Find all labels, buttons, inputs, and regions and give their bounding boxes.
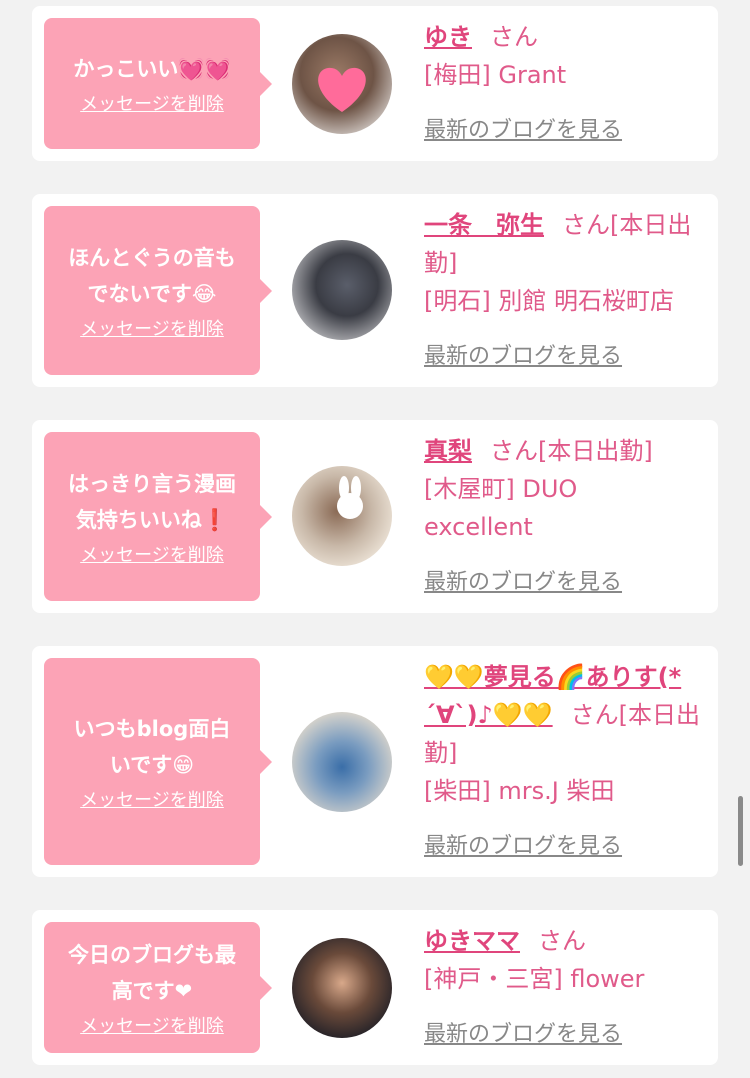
message-bubble: いつもblog面白 いです😁 メッセージを削除 [44,658,272,865]
message-card: 今日のブログも最 高です❤ メッセージを削除 ゆきママ さん [神戸・三宮] flo… [32,910,718,1065]
shop-name: [梅田] Grant [424,61,567,89]
delete-message-link[interactable]: メッセージを削除 [80,318,224,342]
honorific: さん [538,927,586,955]
shop-name: [木屋町] DUO excellent [424,475,578,541]
avatar[interactable] [292,712,392,812]
delete-message-link[interactable]: メッセージを削除 [80,544,224,568]
message-card: はっきり言う漫画 気持ちいいね❗ メッセージを削除 真梨 さん[本日出勤] [木屋町… [32,420,718,613]
message-text: 今日のブログも最 高です❤ [68,942,236,1003]
girl-name-link[interactable]: ゆきママ [424,927,520,955]
latest-blog-link[interactable]: 最新のブログを見る [424,1020,622,1050]
girl-name-link[interactable]: ゆき [424,23,472,51]
name-line: 💛💛夢見る🌈ありす(*´∀`)♪💛💛 さん[本日出勤] [424,658,708,772]
girl-info: ゆきママ さん [神戸・三宮] flower [424,922,708,998]
delete-message-link[interactable]: メッセージを削除 [80,1015,224,1039]
heart-sticker-icon [318,67,366,112]
message-bubble: 今日のブログも最 高です❤ メッセージを削除 [44,922,272,1053]
message-text: かっこいい💓💓 [73,56,231,81]
avatar[interactable] [292,240,392,340]
name-line: 真梨 さん[本日出勤] [424,432,708,470]
message-text: はっきり言う漫画 気持ちいいね❗ [68,471,236,532]
message-bubble: かっこいい💓💓 メッセージを削除 [44,18,272,149]
girl-info: ゆき さん [梅田] Grant [424,18,708,94]
status-text: [本日出勤] [538,437,653,465]
girl-name-link[interactable]: 真梨 [424,437,472,465]
honorific: さん [570,701,619,729]
message-card: いつもblog面白 いです😁 メッセージを削除 💛💛夢見る🌈ありす(*´∀`)♪💛… [32,646,718,877]
honorific: さん [490,437,538,465]
message-text: ほんとぐうの音も でないです😂 [68,245,236,306]
avatar[interactable] [292,466,392,566]
name-line: ゆきママ さん [424,922,708,960]
honorific: さん [490,23,538,51]
girl-info: 真梨 さん[本日出勤] [木屋町] DUO excellent [424,432,708,546]
latest-blog-link[interactable]: 最新のブログを見る [424,568,622,598]
latest-blog-link[interactable]: 最新のブログを見る [424,342,622,372]
avatar[interactable] [292,34,392,134]
latest-blog-link[interactable]: 最新のブログを見る [424,832,622,862]
honorific: さん [562,211,610,239]
shop-name: [神戸・三宮] flower [424,965,645,993]
bunny-sticker-icon [337,476,363,519]
message-bubble: ほんとぐうの音も でないです😂 メッセージを削除 [44,206,272,375]
message-card: ほんとぐうの音も でないです😂 メッセージを削除 一条 弥生 さん[本日出勤] [明… [32,194,718,387]
girl-info: 💛💛夢見る🌈ありす(*´∀`)♪💛💛 さん[本日出勤] [柴田] mrs.J 柴田 [424,658,708,810]
name-line: 一条 弥生 さん[本日出勤] [424,206,708,282]
latest-blog-link[interactable]: 最新のブログを見る [424,116,622,146]
shop-name: [明石] 別館 明石桜町店 [424,287,674,315]
girl-name-link[interactable]: 一条 弥生 [424,211,544,239]
delete-message-link[interactable]: メッセージを削除 [80,789,224,813]
message-text: いつもblog面白 いです😁 [73,716,231,777]
delete-message-link[interactable]: メッセージを削除 [80,93,224,117]
message-card: かっこいい💓💓 メッセージを削除 ゆき さん [梅田] Grant 最新のブログを… [32,6,718,161]
scrollbar[interactable] [738,796,743,866]
shop-name: [柴田] mrs.J 柴田 [424,777,615,805]
avatar[interactable] [292,938,392,1038]
message-bubble: はっきり言う漫画 気持ちいいね❗ メッセージを削除 [44,432,272,601]
girl-info: 一条 弥生 さん[本日出勤] [明石] 別館 明石桜町店 [424,206,708,320]
name-line: ゆき さん [424,18,708,56]
